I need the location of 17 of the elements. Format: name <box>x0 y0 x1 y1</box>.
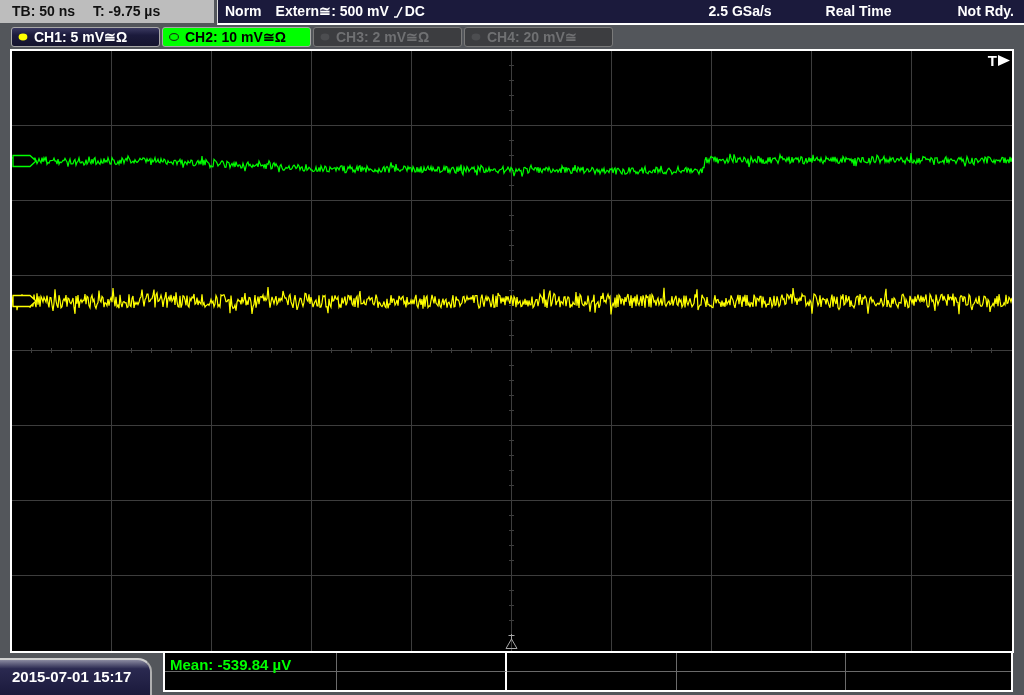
sample-rate-label: 2.5 GSa/s <box>708 2 772 21</box>
rising-edge-icon <box>393 5 404 18</box>
trigger-marker-label: T <box>987 53 997 68</box>
trigger-position-icon <box>505 633 518 649</box>
trigger-arrow-icon <box>998 55 1010 66</box>
channel-tab[interactable]: CH1: 5 mV≅Ω <box>11 27 160 47</box>
channel-dot-icon <box>169 33 179 41</box>
acquisition-status-label: Not Rdy. <box>957 2 1014 21</box>
trigger-offset-label: T: -9.75 µs <box>93 2 161 21</box>
date-time-display: 2015-07-01 15:17 <box>0 658 152 695</box>
acquisition-mode-label: Real Time <box>825 2 892 21</box>
channel-tab[interactable]: CH2: 10 mV≅Ω <box>162 27 311 47</box>
trigger-coupling-label: DC <box>404 2 425 21</box>
trigger-source-label: Extern≅: 500 mV <box>275 2 389 21</box>
trigger-mode-label: Norm <box>225 2 262 21</box>
measurement-readout: Mean: -539.84 µV <box>169 656 292 674</box>
timebase-label: TB: 50 ns <box>12 2 75 21</box>
